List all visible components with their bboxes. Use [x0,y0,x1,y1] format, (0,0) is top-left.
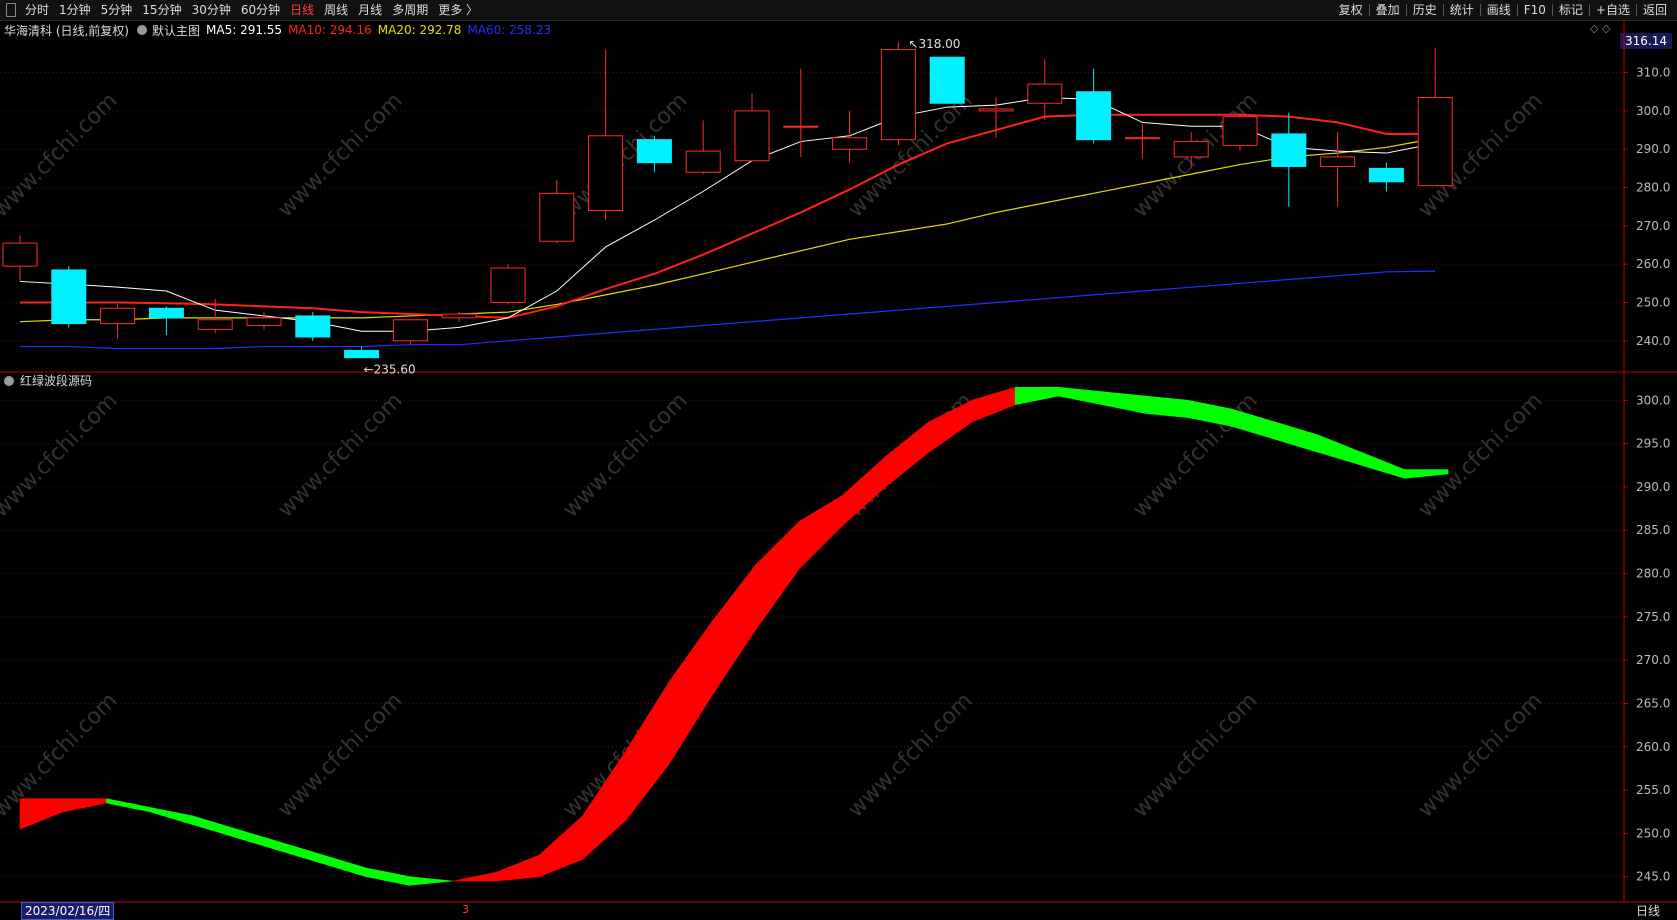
candle-body-down [1368,167,1404,183]
y-tick-label: 310.0 [1636,66,1670,80]
band-segment [149,807,194,826]
y-tick-label: 280.0 [1636,181,1670,195]
candle-body-up [1124,137,1160,140]
y-tick-label: 240.0 [1636,334,1670,348]
y-tick-label: 270.0 [1636,219,1670,233]
band-segment [452,871,497,882]
band-segment [192,815,237,839]
candle-body-up [832,137,868,150]
date-label: 2023/02/16/四 [21,902,115,920]
y-tick-label: 250.0 [1636,826,1670,840]
band-segment [409,876,453,886]
watermark-text: www.cfchi.com [558,388,692,522]
band-segment [365,867,410,886]
candle-body-up [490,267,526,304]
candle-body-up [1222,116,1258,146]
marker-label: 3 [462,903,469,916]
y-tick-label: 300.0 [1636,393,1670,407]
band-segment [62,798,107,813]
candle-body-up [1027,83,1063,104]
band-segment [755,520,800,631]
y-tick-label: 260.0 [1636,257,1670,271]
band-segment [1317,434,1362,466]
y-tick-label: 300.0 [1636,104,1670,118]
candle-body-down [295,315,331,338]
band-segment [885,421,930,488]
watermark-text: www.cfchi.com [558,88,692,222]
band-segment [668,620,713,766]
band-segment [971,386,1016,423]
candle-body-up [880,49,916,141]
band-segment [1014,387,1059,406]
band-segment [279,841,324,865]
watermark-text: www.cfchi.com [273,688,407,822]
watermark-text: www.cfchi.com [843,688,977,822]
candle-body-up [978,108,1014,112]
band-segment [1101,391,1146,414]
ma20-line [19,137,1436,323]
low-price-label: ←235.60 [364,363,416,377]
band-segment [322,854,367,878]
candle-body-down [148,307,184,319]
candle-body-up [100,307,136,325]
high-price-label: ↖318.00 [908,37,960,51]
candle-body-down [1271,133,1307,167]
candle-body-up [2,242,38,267]
candle-body-down [929,56,965,104]
band-segment [236,828,280,852]
y-tick-label: 290.0 [1636,142,1670,156]
y-tick-label: 260.0 [1636,740,1670,754]
y-tick-label: 270.0 [1636,653,1670,667]
band-segment [19,798,64,830]
watermark-text: www.cfchi.com [273,388,407,522]
y-tick-label: 290.0 [1636,480,1670,494]
candle-body-down [344,349,380,359]
chart-canvas: www.cfchi.com www.cfchi.com www.cfchi.com w… [0,20,1677,903]
watermark-text: www.cfchi.com [1413,388,1547,522]
candle-body-up [1173,141,1209,158]
y-tick-label: 250.0 [1636,296,1670,310]
band-segment [1274,421,1319,453]
y-tick-label: 265.0 [1636,696,1670,710]
ma60-line [20,270,1436,350]
candle-body-up [1320,156,1356,167]
candle-body-down [51,269,87,325]
y-tick-label: 255.0 [1636,783,1670,797]
candle-body-down [636,139,672,164]
y-tick-label: 245.0 [1636,870,1670,884]
indicator-title: 红绿波段源码 [20,374,93,388]
candle-body-up [734,110,770,162]
y-tick-label: 285.0 [1636,523,1670,537]
band-segment [106,798,151,813]
candle-body-up [685,150,721,173]
candle-body-up [783,125,819,128]
candle-body-up [588,135,624,212]
y-tick-label: 295.0 [1636,437,1670,451]
candle-body-up [392,319,428,342]
y-tick-label: 275.0 [1636,610,1670,624]
candle-body-up [441,313,477,319]
watermark-text: www.cfchi.com [273,88,407,222]
band-segment [712,563,756,696]
candle-body-down [1076,91,1112,141]
period-label: 日线 [1636,904,1661,918]
band-segment [1144,395,1189,418]
y-tick-label: 280.0 [1636,567,1670,581]
band-segment [1058,386,1103,406]
candle-body-up [197,319,233,330]
candle-body-up [1417,96,1453,187]
candle-body-up [246,317,282,327]
candle-body-up [539,192,575,242]
watermark-text: www.cfchi.com [0,388,123,522]
band-segment [495,854,540,882]
settings-icon[interactable] [4,375,14,386]
indicator-header: 红绿波段源码 [4,372,92,389]
watermark-text: www.cfchi.com [1413,688,1547,822]
band-segment [538,815,583,878]
band-segment [798,495,843,570]
watermark-text: www.cfchi.com [0,88,123,222]
band-segment [1361,451,1406,479]
band-segment [625,680,670,822]
watermark-text: www.cfchi.com [1128,688,1262,822]
